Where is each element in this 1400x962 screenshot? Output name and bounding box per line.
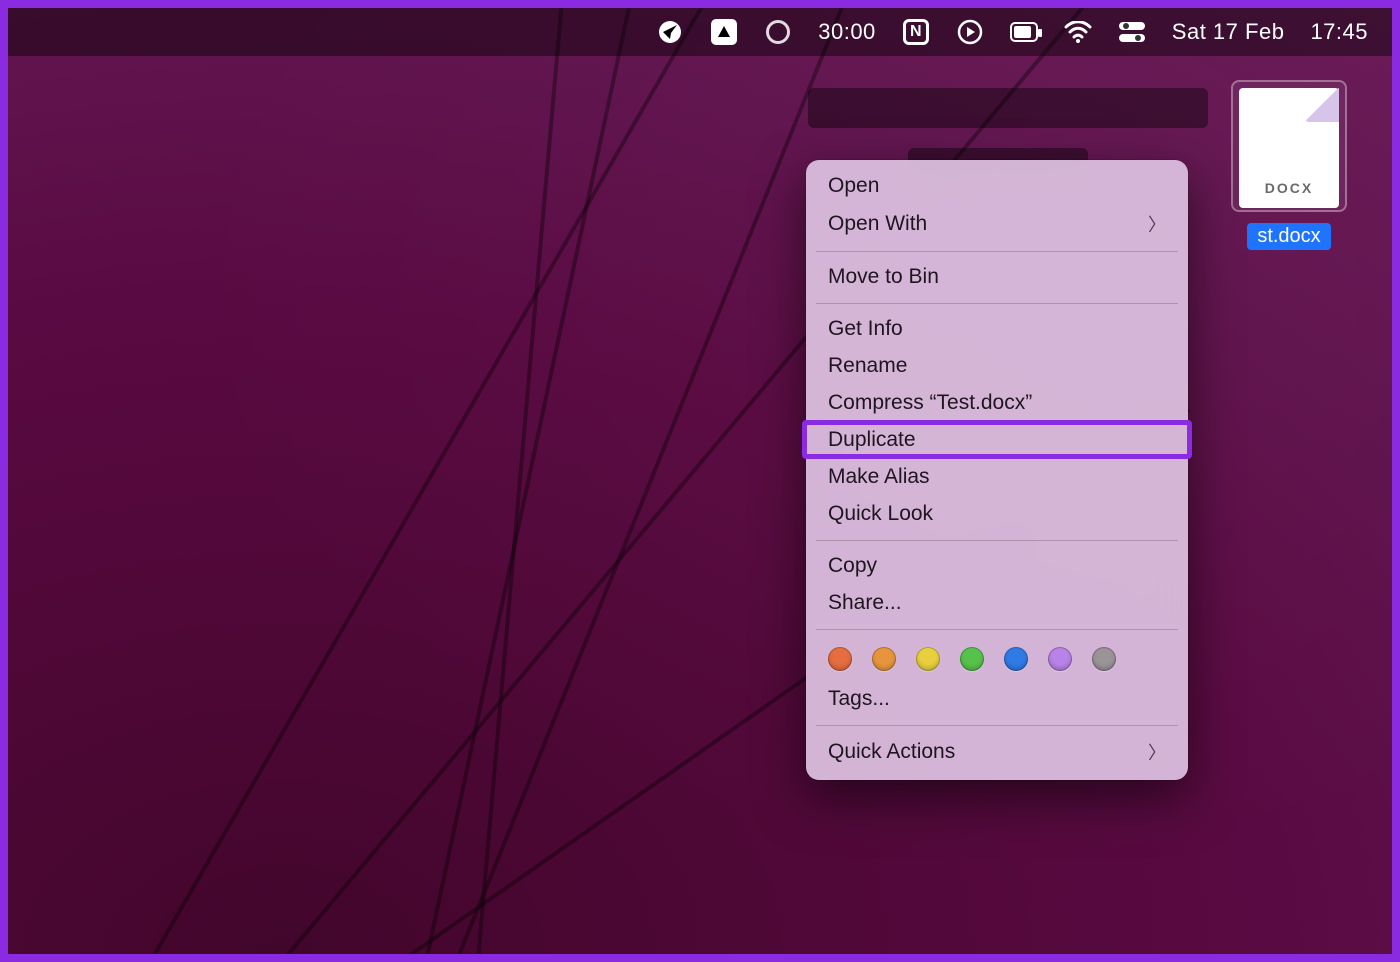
menu-item-quick-actions[interactable]: Quick Actions 〉 <box>806 733 1188 772</box>
control-center-icon[interactable] <box>1118 18 1146 46</box>
menu-item-label: Compress “Test.docx” <box>828 391 1032 415</box>
menu-separator <box>816 251 1178 252</box>
menu-item-label: Copy <box>828 554 877 578</box>
menu-separator <box>816 540 1178 541</box>
menu-item-move-to-bin[interactable]: Move to Bin <box>806 259 1188 296</box>
menu-bar: 30:00 N Sat 17 Feb 17:45 <box>8 8 1392 56</box>
menu-item-label: Get Info <box>828 317 903 341</box>
menu-item-share[interactable]: Share... <box>806 585 1188 622</box>
timer-circle-icon[interactable] <box>764 18 792 46</box>
battery-icon[interactable] <box>1010 18 1038 46</box>
menu-separator <box>816 629 1178 630</box>
menu-item-label: Rename <box>828 354 907 378</box>
wallpaper-line <box>214 8 892 954</box>
play-circle-icon[interactable] <box>956 18 984 46</box>
desktop-file-item[interactable]: DOCX st.docx <box>1224 80 1354 250</box>
chevron-right-icon: 〉 <box>1148 211 1166 237</box>
menu-item-make-alias[interactable]: Make Alias <box>806 459 1188 496</box>
menu-item-rename[interactable]: Rename <box>806 348 1188 385</box>
menu-item-label: Share... <box>828 591 902 615</box>
file-selection-highlight: DOCX <box>1231 80 1347 212</box>
tag-orange[interactable] <box>872 647 896 671</box>
menu-item-label: Make Alias <box>828 465 930 489</box>
menu-item-duplicate[interactable]: Duplicate <box>806 422 1188 459</box>
notion-icon[interactable]: N <box>902 18 930 46</box>
location-icon[interactable] <box>656 18 684 46</box>
menu-item-label: Open With <box>828 212 927 236</box>
tag-purple[interactable] <box>1048 647 1072 671</box>
wallpaper-line <box>8 8 771 954</box>
menu-item-open[interactable]: Open <box>806 168 1188 205</box>
tag-red[interactable] <box>828 647 852 671</box>
menu-bar-time[interactable]: 17:45 <box>1310 19 1368 45</box>
file-ext-label: DOCX <box>1239 180 1339 196</box>
menu-item-copy[interactable]: Copy <box>806 548 1188 585</box>
app-triangle-icon[interactable] <box>710 18 738 46</box>
timer-text[interactable]: 30:00 <box>818 19 876 45</box>
wallpaper-line <box>336 8 652 954</box>
menu-item-open-with[interactable]: Open With 〉 <box>806 205 1188 244</box>
menu-separator <box>816 303 1178 304</box>
desktop[interactable]: 30:00 N Sat 17 Feb 17:45 DOCX st.docx Op… <box>8 8 1392 954</box>
chevron-right-icon: 〉 <box>1148 739 1166 765</box>
menu-item-label: Tags... <box>828 687 890 711</box>
menu-item-quick-look[interactable]: Quick Look <box>806 496 1188 533</box>
tag-blue[interactable] <box>1004 647 1028 671</box>
menu-separator <box>816 725 1178 726</box>
context-menu: Open Open With 〉 Move to Bin Get Info Re… <box>806 160 1188 780</box>
menu-item-label: Open <box>828 174 879 198</box>
menu-item-label: Quick Look <box>828 502 933 526</box>
menu-item-label: Duplicate <box>828 428 916 452</box>
menu-item-compress[interactable]: Compress “Test.docx” <box>806 385 1188 422</box>
menu-item-tags[interactable]: Tags... <box>806 681 1188 718</box>
menu-item-label: Move to Bin <box>828 265 939 289</box>
wallpaper-shape <box>808 88 1208 128</box>
menu-item-label: Quick Actions <box>828 740 955 764</box>
file-name-label[interactable]: st.docx <box>1247 223 1330 250</box>
tag-yellow[interactable] <box>916 647 940 671</box>
tag-color-row <box>806 637 1188 681</box>
menu-item-get-info[interactable]: Get Info <box>806 311 1188 348</box>
file-document-icon: DOCX <box>1239 88 1339 208</box>
menu-bar-date[interactable]: Sat 17 Feb <box>1172 19 1285 45</box>
tag-gray[interactable] <box>1092 647 1116 671</box>
wifi-icon[interactable] <box>1064 18 1092 46</box>
tag-green[interactable] <box>960 647 984 671</box>
